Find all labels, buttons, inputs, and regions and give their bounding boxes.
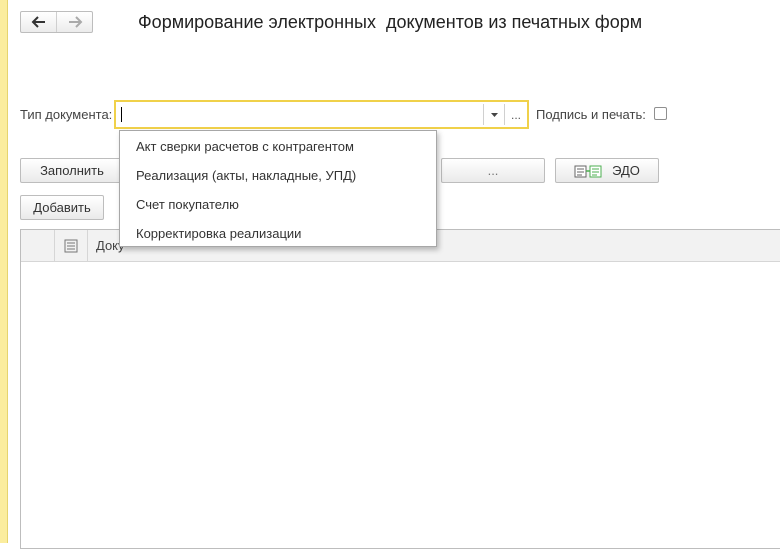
page-title: Формирование электронных документов из п… — [138, 12, 643, 32]
chevron-down-icon — [490, 112, 498, 117]
row-marker-column — [21, 230, 55, 261]
list-icon — [64, 239, 78, 252]
doc-type-field[interactable]: ... — [114, 100, 529, 129]
doc-type-dropdown: Акт сверки расчетов с контрагентом Реали… — [119, 130, 437, 247]
documents-table[interactable]: Доку — [20, 229, 780, 549]
edo-button[interactable]: ЭДО — [555, 158, 659, 183]
dropdown-item[interactable]: Корректировка реализации — [136, 226, 301, 241]
edo-button-label: ЭДО — [612, 163, 640, 178]
arrow-right-icon — [68, 16, 82, 28]
text-cursor — [121, 107, 122, 122]
doc-type-label: Тип документа: — [20, 107, 113, 122]
edo-icon — [574, 165, 602, 177]
navigation-group — [20, 11, 93, 33]
dropdown-item[interactable]: Счет покупателю — [136, 197, 239, 212]
dropdown-item[interactable]: Реализация (акты, накладные, УПД) — [136, 168, 356, 183]
add-button-label: Добавить — [33, 200, 91, 215]
left-panel-strip — [0, 0, 8, 543]
add-button[interactable]: Добавить — [20, 195, 104, 220]
fill-button[interactable]: Заполнить — [20, 158, 124, 183]
forward-button[interactable] — [56, 12, 92, 32]
more-button-label: ... — [487, 163, 499, 178]
fill-button-label: Заполнить — [40, 163, 104, 178]
select-button[interactable]: ... — [504, 104, 527, 125]
dropdown-button[interactable] — [483, 104, 504, 125]
dropdown-item[interactable]: Акт сверки расчетов с контрагентом — [136, 139, 354, 154]
icon-column-header[interactable] — [55, 230, 88, 261]
sign-and-stamp-label: Подпись и печать: — [536, 107, 646, 122]
arrow-left-icon — [31, 16, 45, 28]
back-button[interactable] — [21, 12, 56, 32]
sign-and-stamp-checkbox[interactable] — [654, 107, 667, 120]
more-button[interactable]: ... — [441, 158, 545, 183]
